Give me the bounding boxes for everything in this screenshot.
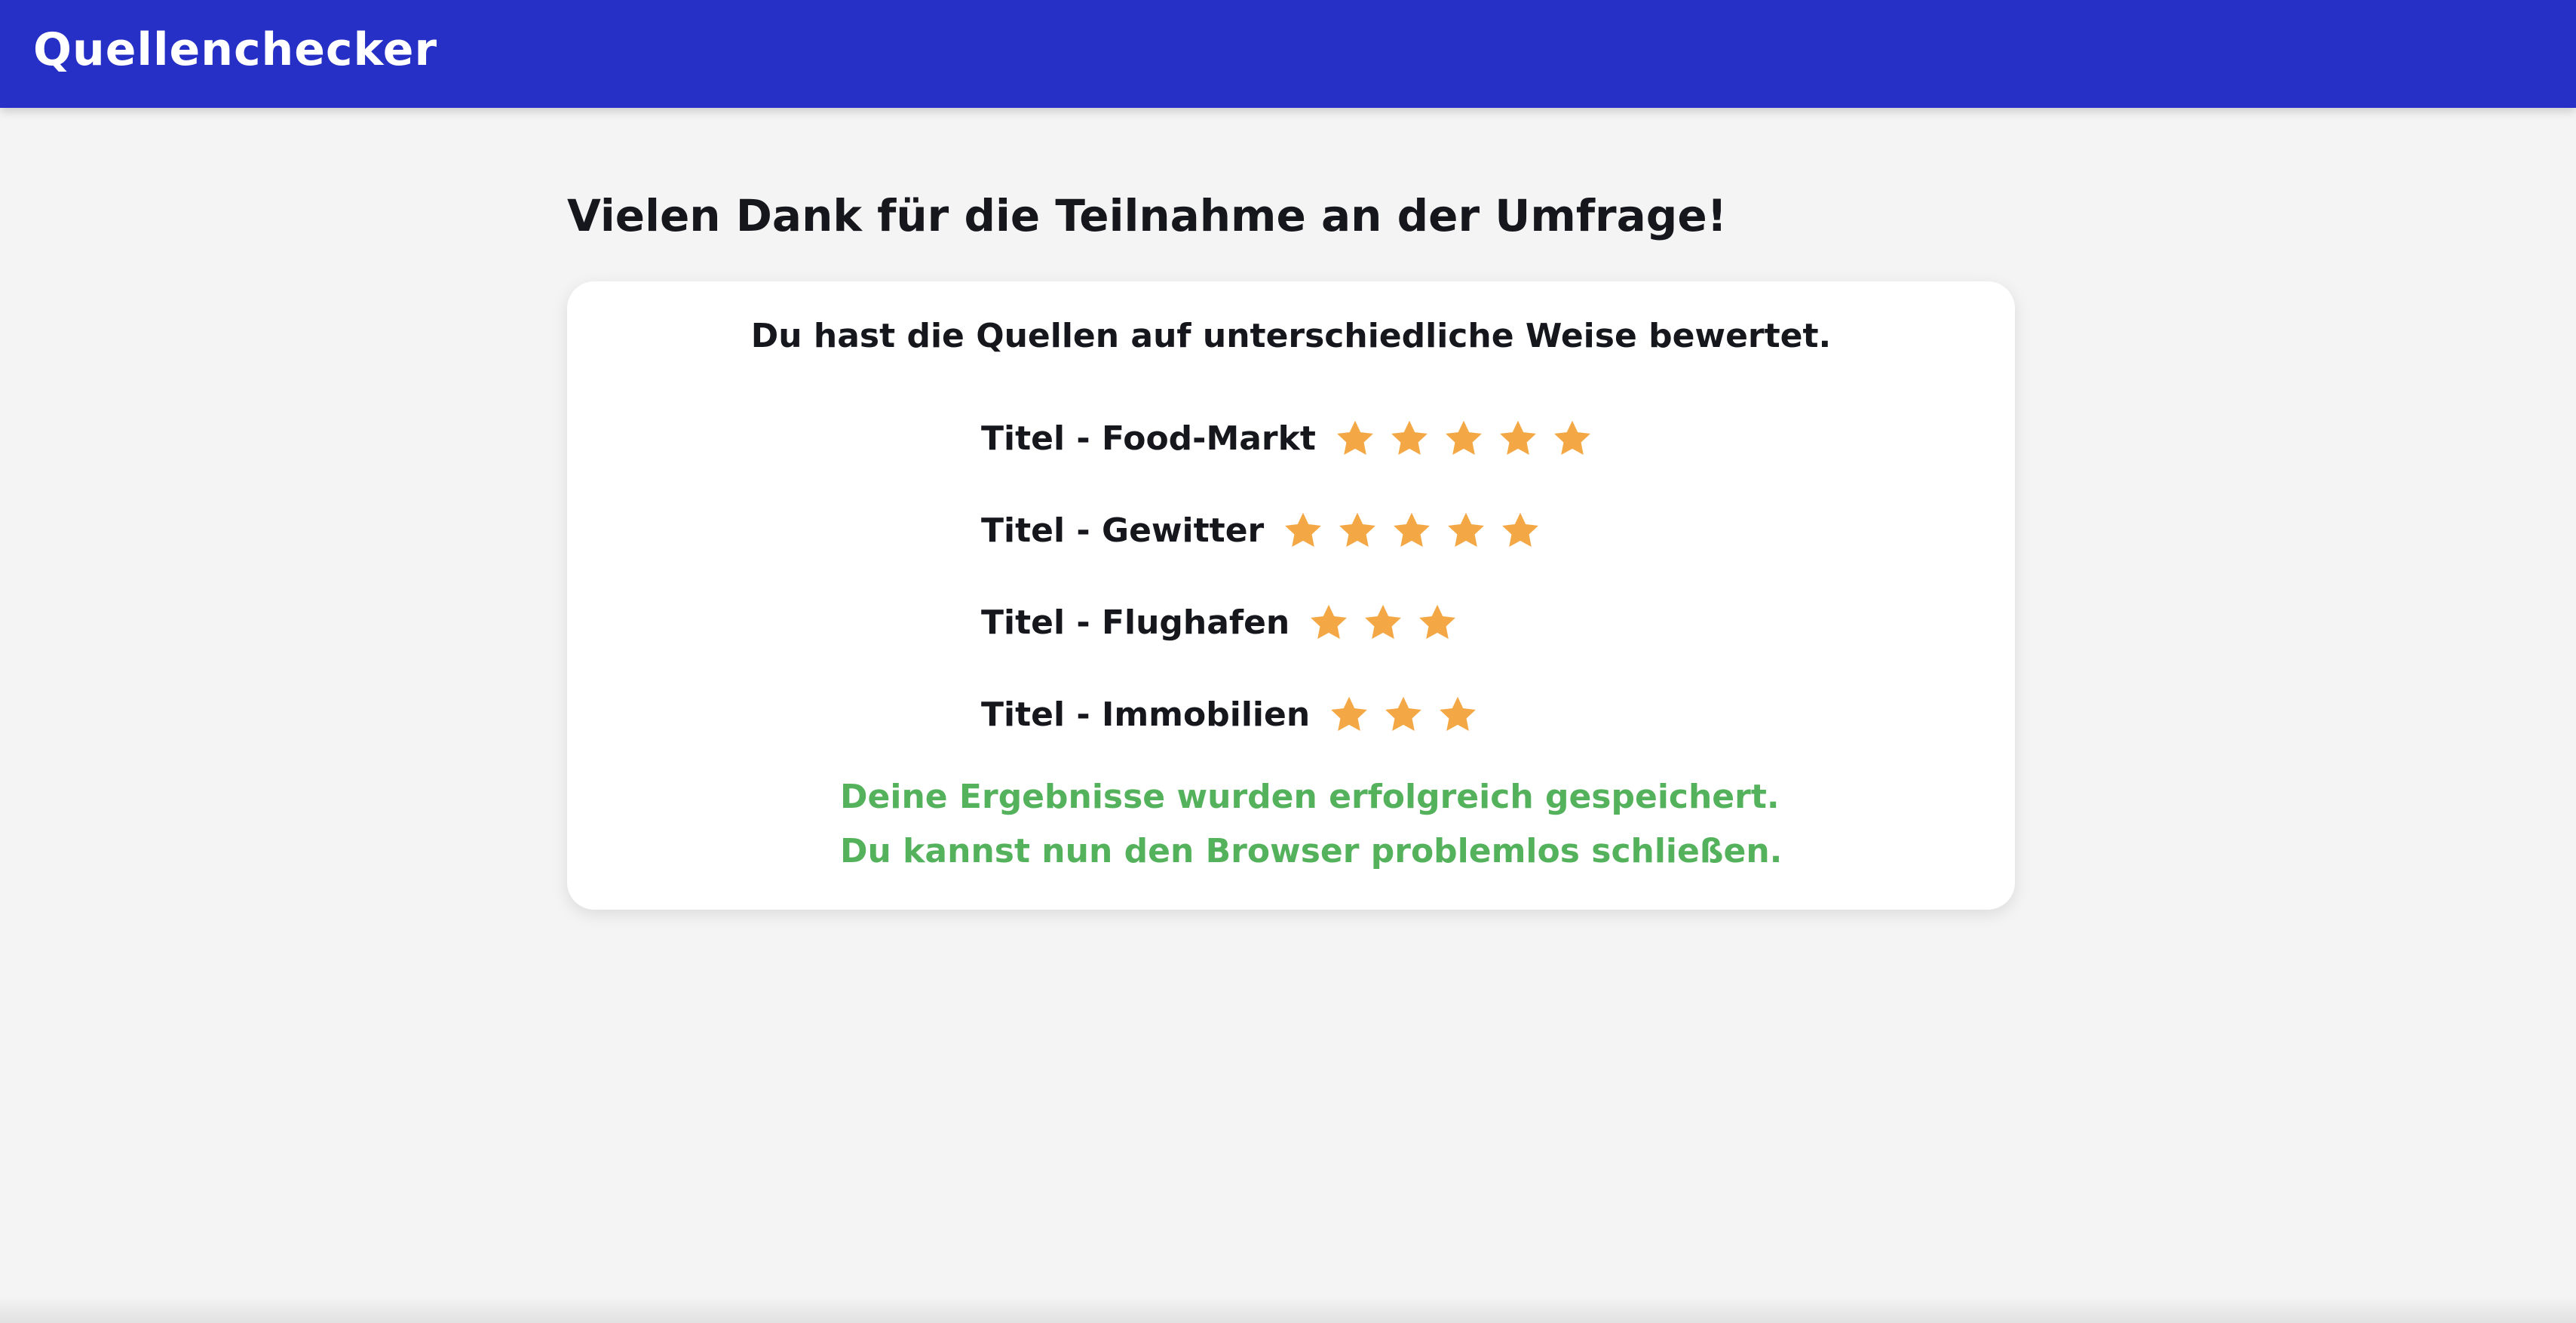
rating-row-gewitter: Titel - Gewitter [981, 485, 1605, 577]
star-icon [1499, 510, 1541, 552]
star-icon [1388, 418, 1431, 460]
star-icon [1362, 602, 1404, 644]
rating-label: Titel - Gewitter [981, 511, 1265, 550]
star-icon [1336, 510, 1378, 552]
rating-label: Titel - Immobilien [981, 695, 1311, 734]
star-icon [1497, 418, 1539, 460]
star-icon [1382, 694, 1424, 736]
star-icon [1334, 418, 1376, 460]
star-icon [1416, 602, 1458, 644]
star-icon [1445, 510, 1487, 552]
results-card: Du hast die Quellen auf unterschiedliche… [567, 281, 2015, 910]
star-icon [1437, 694, 1479, 736]
star-rating [1282, 510, 1553, 552]
success-message-close: Du kannst nun den Browser problemlos sch… [840, 832, 1783, 870]
rating-list: Titel - Food-Markt Titel - Gewitter Tite… [981, 393, 1605, 761]
rating-label: Titel - Flughafen [981, 603, 1290, 642]
star-rating [1328, 694, 1491, 736]
star-icon [1282, 510, 1324, 552]
success-message-saved: Deine Ergebnisse wurden erfolgreich gesp… [840, 778, 1780, 816]
star-icon [1551, 418, 1593, 460]
star-icon [1328, 694, 1370, 736]
star-icon [1443, 418, 1485, 460]
rating-row-food-markt: Titel - Food-Markt [981, 393, 1605, 485]
page-title: Vielen Dank für die Teilnahme an der Umf… [567, 190, 1728, 241]
app-header: Quellenchecker [0, 0, 2576, 108]
star-icon [1308, 602, 1350, 644]
success-message: Deine Ergebnisse wurden erfolgreich gesp… [840, 770, 1782, 879]
star-rating [1308, 602, 1470, 644]
rating-summary: Du hast die Quellen auf unterschiedliche… [750, 317, 1832, 355]
rating-label: Titel - Food-Markt [981, 419, 1316, 458]
bottom-shadow [0, 1296, 2576, 1323]
rating-row-flughafen: Titel - Flughafen [981, 577, 1605, 669]
star-icon [1391, 510, 1433, 552]
app-title: Quellenchecker [33, 23, 438, 76]
star-rating [1334, 418, 1605, 460]
rating-row-immobilien: Titel - Immobilien [981, 669, 1605, 761]
